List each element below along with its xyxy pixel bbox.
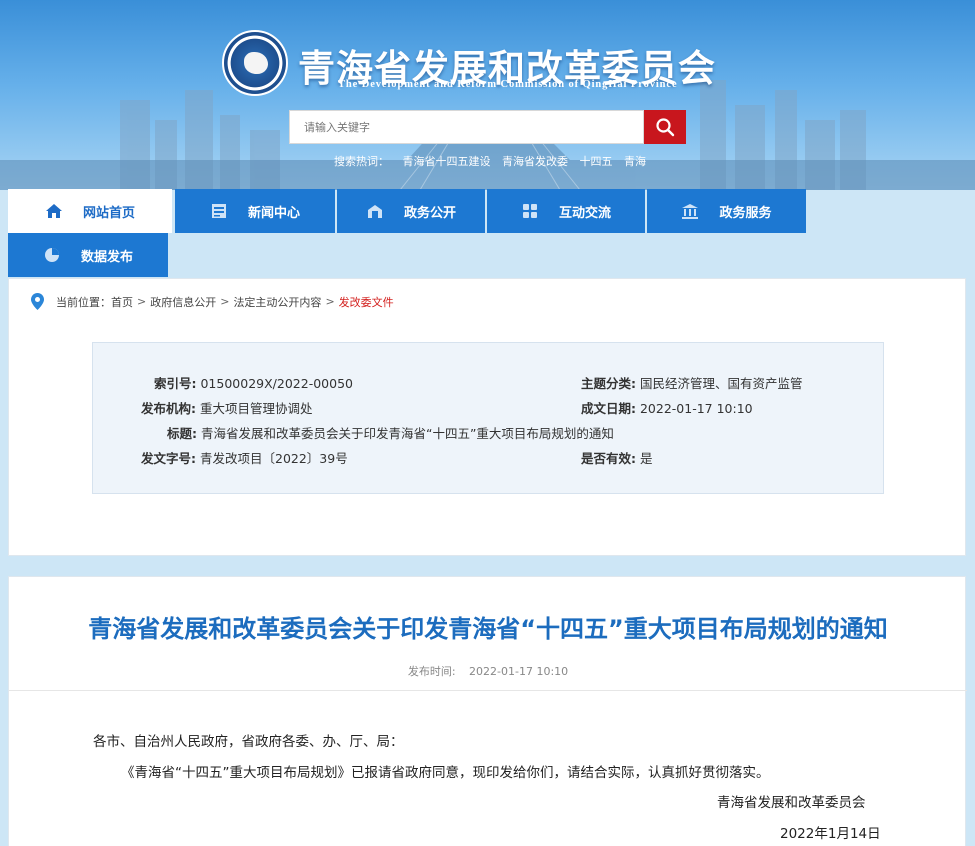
meta-value: 2022-01-17 10:10 (639, 401, 753, 416)
meta-org: 发布机构: 重大项目管理协调处 (141, 398, 313, 417)
article-signature: 青海省发展和改革委员会 (717, 795, 866, 811)
meta-label: 发文字号: (141, 451, 196, 466)
document-meta-table: 索引号: 01500029X/2022-00050 主题分类: 国民经济管理、国… (92, 342, 884, 494)
document-info-panel: 当前位置： 首页 > 政府信息公开 > 法定主动公开内容 > 发改委文件 索引号… (8, 278, 966, 556)
hot-word-link[interactable]: 青海省十四五建设 (403, 155, 491, 168)
nav-label: 互动交流 (558, 205, 611, 221)
search-icon (656, 118, 675, 137)
article-title: 青海省发展和改革委员会关于印发青海省“十四五”重大项目布局规划的通知 (88, 615, 888, 643)
nav-data-release[interactable]: 数据发布 (8, 233, 168, 277)
breadcrumb-link[interactable]: 首页 (111, 294, 133, 310)
meta-value: 01500029X/2022-00050 (200, 376, 353, 391)
hot-word-link[interactable]: 十四五 (580, 155, 613, 168)
meta-doc-number: 发文字号: 青发改项目〔2022〕39号 (141, 448, 348, 467)
nav-label: 数据发布 (80, 249, 133, 265)
meta-value: 国民经济管理、国有资产监管 (639, 376, 803, 391)
nav-government-affairs[interactable]: 政务公开 (337, 189, 485, 233)
open-box-icon (367, 205, 382, 218)
home-icon (45, 204, 62, 218)
pie-chart-icon (44, 248, 59, 262)
hot-words-label: 搜索热词： (334, 155, 389, 168)
nav-home[interactable]: 网站首页 (8, 189, 172, 233)
breadcrumb-label: 当前位置： (56, 295, 111, 309)
breadcrumb-link[interactable]: 法定主动公开内容 (233, 294, 321, 310)
nav-label: 网站首页 (82, 205, 135, 221)
nav-label: 政务服务 (719, 205, 772, 221)
nav-news[interactable]: 新闻中心 (175, 189, 335, 233)
meta-validity: 是否有效: 是 (581, 448, 653, 467)
location-pin-icon (31, 293, 44, 310)
publish-date-value: 2022-01-17 10:10 (469, 665, 569, 678)
meta-value: 青发改项目〔2022〕39号 (199, 451, 348, 466)
meta-label: 成文日期: (581, 401, 636, 416)
meta-value: 重大项目管理协调处 (199, 401, 313, 416)
article-sign-date: 2022年1月14日 (780, 826, 881, 842)
meta-label: 发布机构: (141, 401, 196, 416)
article-publish-date: 发布时间: 2022-01-17 10:10 (9, 663, 967, 679)
commission-logo[interactable] (222, 30, 288, 96)
breadcrumb-link[interactable]: 政府信息公开 (150, 294, 216, 310)
hot-word-link[interactable]: 青海 (624, 155, 646, 168)
site-header: 青海省发展和改革委员会 The Development and Reform C… (0, 0, 975, 190)
nav-services[interactable]: 政务服务 (647, 189, 806, 233)
publish-date-label: 发布时间: (407, 665, 456, 678)
search-button[interactable] (644, 110, 686, 144)
meta-value: 是 (639, 451, 653, 466)
meta-label: 索引号: (154, 376, 197, 391)
bank-icon (682, 204, 699, 219)
grid-icon (522, 204, 537, 218)
meta-value: 青海省发展和改革委员会关于印发青海省“十四五”重大项目布局规划的通知 (200, 426, 614, 441)
article-divider (9, 690, 967, 691)
meta-subject: 标题: 青海省发展和改革委员会关于印发青海省“十四五”重大项目布局规划的通知 (167, 423, 614, 442)
breadcrumb-separator: > (137, 295, 147, 308)
article-body: 《青海省“十四五”重大项目布局规划》已报请省政府同意，现印发给你们，请结合实际，… (121, 765, 770, 781)
meta-index: 索引号: 01500029X/2022-00050 (154, 373, 353, 392)
nav-interaction[interactable]: 互动交流 (487, 189, 645, 233)
meta-topic: 主题分类: 国民经济管理、国有资产监管 (581, 373, 803, 392)
site-subtitle: The Development and Reform Commission of… (338, 79, 678, 90)
article-greeting: 各市、自治州人民政府，省政府各委、办、厅、局： (93, 734, 404, 750)
breadcrumb-separator: > (325, 295, 335, 308)
meta-date: 成文日期: 2022-01-17 10:10 (581, 398, 753, 417)
breadcrumb: 当前位置： 首页 > 政府信息公开 > 法定主动公开内容 > 发改委文件 (31, 293, 394, 310)
nav-label: 政务公开 (403, 205, 456, 221)
nav-label: 新闻中心 (247, 205, 300, 221)
meta-label: 主题分类: (581, 376, 636, 391)
meta-label: 标题: (167, 426, 197, 441)
breadcrumb-separator: > (220, 295, 230, 308)
hot-word-link[interactable]: 青海省发改委 (502, 155, 568, 168)
search-input[interactable] (289, 110, 644, 144)
hot-words: 搜索热词： 青海省十四五建设 青海省发改委 十四五 青海 (334, 153, 654, 169)
meta-label: 是否有效: (581, 451, 636, 466)
newspaper-icon (211, 204, 226, 218)
breadcrumb-current[interactable]: 发改委文件 (339, 294, 394, 310)
article-content: 青海省发展和改革委员会关于印发青海省“十四五”重大项目布局规划的通知 发布时间:… (8, 576, 967, 846)
